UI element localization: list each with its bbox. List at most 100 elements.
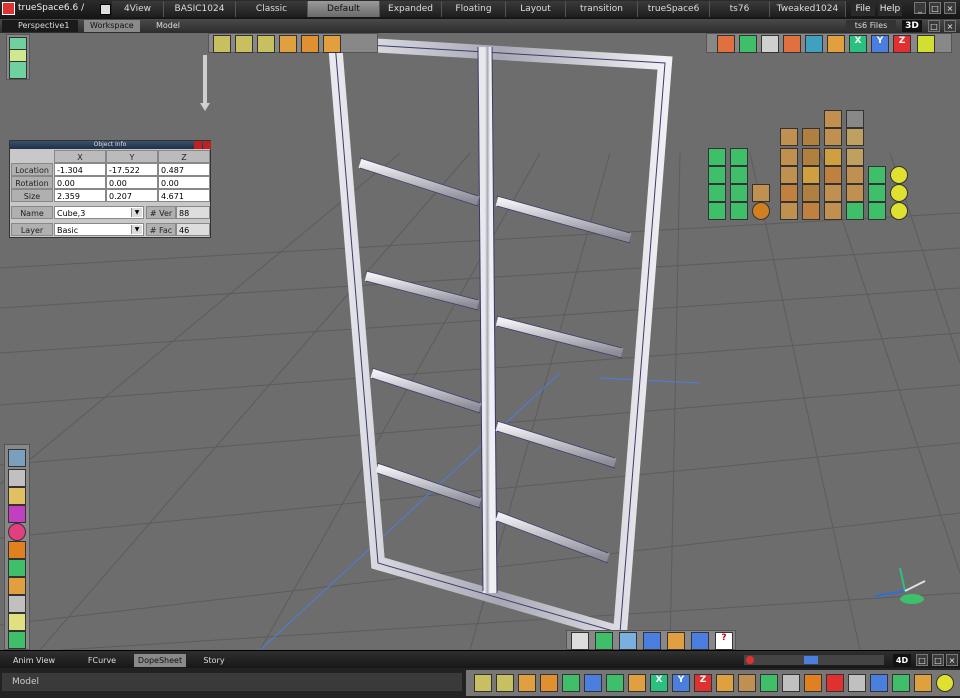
size-x-field[interactable]: 2.359 xyxy=(54,189,106,202)
primitive-icon[interactable] xyxy=(708,202,726,220)
frame-icon[interactable] xyxy=(761,35,779,53)
primitive-icon[interactable] xyxy=(802,166,820,184)
record-icon[interactable] xyxy=(746,656,754,664)
cube-icon[interactable] xyxy=(739,35,757,53)
grid-icon[interactable] xyxy=(619,632,637,650)
minimize-button[interactable]: _ xyxy=(914,2,926,14)
size-z-field[interactable]: 4.671 xyxy=(158,189,210,202)
tab-workspace[interactable]: Workspace xyxy=(84,20,140,32)
primitive-icon[interactable] xyxy=(846,166,864,184)
app-icon[interactable] xyxy=(2,2,15,15)
tools-icon[interactable] xyxy=(8,595,26,613)
primitive-icon[interactable] xyxy=(708,148,726,166)
move-icon[interactable] xyxy=(213,35,231,53)
primitive-icon[interactable] xyxy=(708,184,726,202)
rotation-y-field[interactable]: 0.00 xyxy=(106,176,158,189)
primitive-icon[interactable] xyxy=(868,202,886,220)
sphere-material-icon[interactable] xyxy=(8,523,26,541)
tools-icon[interactable] xyxy=(782,674,800,692)
move-icon[interactable] xyxy=(474,674,492,692)
primitive-icon[interactable] xyxy=(780,128,798,146)
panel-menu-icon[interactable] xyxy=(194,141,202,149)
primitive-icon[interactable] xyxy=(780,166,798,184)
primitive-icon[interactable] xyxy=(824,148,842,166)
scene-icon[interactable] xyxy=(848,674,866,692)
primitive-icon[interactable] xyxy=(868,166,886,184)
layout-tab-tweaked1024[interactable]: Tweaked1024 xyxy=(770,1,846,17)
axes-icon[interactable] xyxy=(827,35,845,53)
play-icon[interactable] xyxy=(804,656,818,664)
sphere-icon[interactable] xyxy=(890,184,908,202)
primitive-icon[interactable] xyxy=(708,166,726,184)
rotation-x-field[interactable]: 0.00 xyxy=(54,176,106,189)
tab-anim-view[interactable]: Anim View xyxy=(6,654,62,667)
help-menu[interactable]: Help xyxy=(878,2,902,16)
sphere-icon[interactable] xyxy=(890,202,908,220)
rotate-icon[interactable] xyxy=(496,674,514,692)
paint-icon[interactable] xyxy=(279,35,297,53)
undo-icon[interactable] xyxy=(691,632,709,650)
light-icon[interactable] xyxy=(738,674,756,692)
object-icon[interactable] xyxy=(595,632,613,650)
primitive-icon[interactable] xyxy=(868,184,886,202)
monitor-icon[interactable] xyxy=(870,674,888,692)
layer-dropdown[interactable]: Basic ▼ xyxy=(54,223,144,236)
primitive-icon[interactable] xyxy=(730,202,748,220)
files-button[interactable]: ts6 Files xyxy=(846,20,896,32)
panel-close-icon[interactable] xyxy=(203,141,211,149)
z-axis-icon[interactable]: Z xyxy=(893,35,911,53)
sphere-icon[interactable] xyxy=(936,674,954,692)
primitive-icon[interactable] xyxy=(802,128,820,146)
layout-tab-ts76[interactable]: ts76 xyxy=(710,1,770,17)
tab-dopesheet[interactable]: DopeSheet xyxy=(134,654,186,667)
anim-close-button[interactable]: × xyxy=(946,654,958,666)
delete-icon[interactable] xyxy=(826,674,844,692)
select-icon[interactable] xyxy=(8,449,26,467)
paint-icon[interactable] xyxy=(540,674,558,692)
wand-icon[interactable] xyxy=(8,613,26,631)
close-button[interactable]: × xyxy=(944,2,956,14)
mode-3d-button[interactable]: 3D xyxy=(902,20,922,32)
layout-tab-default[interactable]: Default xyxy=(308,1,380,17)
snap-icon[interactable] xyxy=(716,674,734,692)
primitive-icon[interactable] xyxy=(846,184,864,202)
axes-icon[interactable] xyxy=(628,674,646,692)
help-icon[interactable]: ? xyxy=(715,632,733,650)
group-icon[interactable] xyxy=(8,559,26,577)
primitive-icon[interactable] xyxy=(802,148,820,166)
x-axis-icon[interactable]: X xyxy=(650,674,668,692)
primitive-icon[interactable] xyxy=(846,128,864,146)
view-name-field[interactable]: Perspective1 xyxy=(2,20,78,32)
chevron-down-icon[interactable]: ▼ xyxy=(131,208,142,217)
primitive-icon[interactable] xyxy=(780,202,798,220)
box-icon[interactable] xyxy=(8,577,26,595)
primitive-icon[interactable] xyxy=(730,184,748,202)
chevron-down-icon[interactable]: ▼ xyxy=(131,225,142,234)
paint-brush-icon[interactable] xyxy=(8,487,26,505)
layers-icon[interactable] xyxy=(584,674,602,692)
primitive-icon[interactable] xyxy=(730,166,748,184)
mode-4d-button[interactable]: 4D xyxy=(893,654,911,667)
object-icon[interactable] xyxy=(717,35,735,53)
anim-maximize-button[interactable]: □ xyxy=(932,654,944,666)
camera-icon[interactable] xyxy=(760,674,778,692)
box-icon[interactable] xyxy=(914,674,932,692)
primitive-icon[interactable] xyxy=(802,184,820,202)
sphere-icon[interactable] xyxy=(890,166,908,184)
x-axis-icon[interactable]: X xyxy=(849,35,867,53)
layout-tab-transition[interactable]: transition xyxy=(566,1,638,17)
object-tool-icon[interactable] xyxy=(518,674,536,692)
primitive-icon[interactable] xyxy=(846,148,864,166)
light-icon[interactable] xyxy=(323,35,341,53)
object-icon[interactable] xyxy=(892,674,910,692)
light-star-icon[interactable] xyxy=(8,541,26,559)
library-icon[interactable] xyxy=(643,632,661,650)
folder-icon[interactable] xyxy=(667,632,685,650)
render-icon[interactable] xyxy=(805,35,823,53)
group-icon[interactable] xyxy=(606,674,624,692)
tab-model[interactable]: Model xyxy=(150,20,186,32)
restore-button[interactable]: □ xyxy=(929,2,941,14)
primitive-icon[interactable] xyxy=(824,110,842,128)
home-icon[interactable] xyxy=(783,35,801,53)
primitive-icon[interactable] xyxy=(780,148,798,166)
